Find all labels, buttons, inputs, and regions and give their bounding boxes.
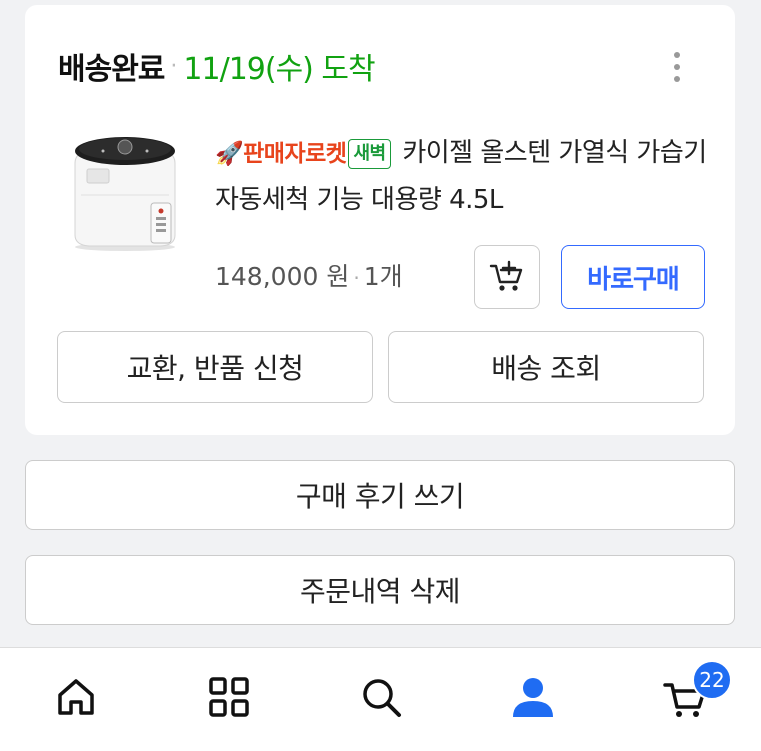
product-image[interactable] — [69, 125, 187, 253]
dawn-delivery-badge: 새벽 — [348, 139, 391, 169]
bottom-navigation — [0, 647, 761, 751]
product-quantity: 1개 — [363, 262, 403, 291]
seller-rocket-badge: 🚀판매자로켓 — [215, 141, 347, 167]
add-to-cart-icon — [489, 260, 523, 291]
track-delivery-button[interactable]: 배송 조회 — [388, 331, 704, 403]
search-icon — [363, 679, 401, 717]
delete-order-button[interactable]: 주문내역 삭제 — [25, 555, 735, 625]
nav-search[interactable] — [356, 672, 406, 722]
status-label: 배송완료 — [58, 52, 165, 87]
product-title-block[interactable]: 🚀판매자로켓 새벽 카이젤 올스텐 가열식 가습기 자동세척 기능 대용량 4.5… — [215, 130, 715, 223]
product-price: 148,000 원 — [215, 262, 350, 291]
nav-home[interactable] — [51, 672, 101, 722]
buy-now-button[interactable]: 바로구매 — [561, 245, 705, 309]
cart-count-badge: 22 — [692, 660, 732, 700]
price-row: 148,000 원 · 1개 — [215, 257, 403, 293]
home-icon — [58, 679, 94, 715]
write-review-button[interactable]: 구매 후기 쓰기 — [25, 460, 735, 530]
exchange-return-button[interactable]: 교환, 반품 신청 — [57, 331, 373, 403]
delivery-status: 배송완료 · 11/19(수) 도착 — [58, 43, 376, 89]
nav-category[interactable] — [204, 672, 254, 722]
add-to-cart-button[interactable] — [474, 245, 540, 309]
arrival-date: 11/19(수) 도착 — [183, 52, 375, 87]
category-icon — [209, 677, 249, 717]
nav-my-account[interactable] — [508, 672, 558, 722]
order-card: 배송완료 · 11/19(수) 도착 🚀판매자로켓 새벽 카이젤 올스텐 가열식 … — [25, 5, 735, 435]
status-separator: · — [170, 53, 178, 79]
more-options-icon[interactable] — [665, 45, 689, 89]
my-account-icon — [513, 678, 553, 717]
price-separator: · — [353, 266, 360, 290]
